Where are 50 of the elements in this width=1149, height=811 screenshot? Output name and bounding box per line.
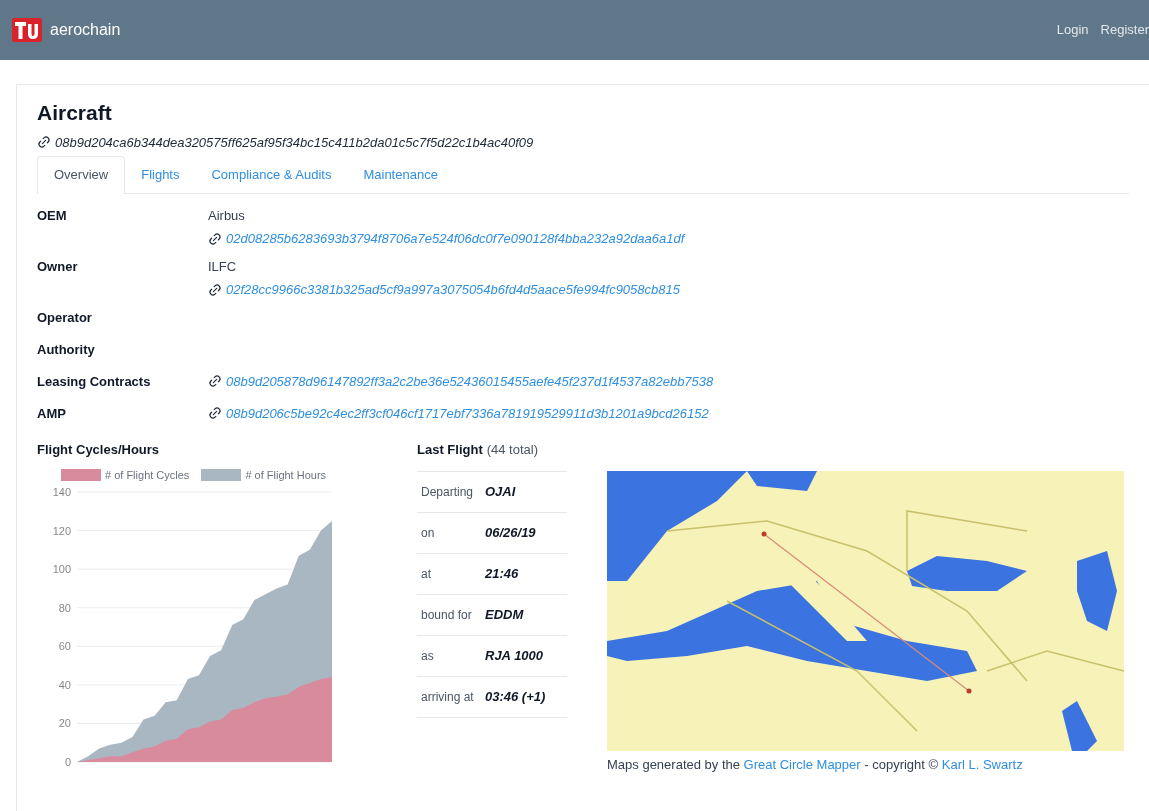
flight-count: (44 total) bbox=[486, 440, 539, 459]
flight-label: on bbox=[421, 525, 436, 542]
hash-link[interactable]: 08b9d206c5be92c4ec2ff3cf046cf1717ebf7336a781919529911d3b1201a9bcd26152 bbox=[226, 403, 709, 423]
flight-label: as bbox=[421, 648, 435, 665]
tab[interactable]: Flights bbox=[125, 157, 196, 193]
legend-label: # of Flight Hours bbox=[245, 468, 327, 483]
flight-value: 03:46 (+1) bbox=[485, 688, 547, 706]
map-credit: Maps generated by the Great Circle Mapper - copyright © Karl L. Swartz bbox=[607, 756, 1024, 774]
aircraft-hash: 08b9d204ca6b344dea320575ff625af95f34bc15c411b2da01c5c7f5d22c1b4ac40f09 bbox=[55, 133, 534, 152]
tab[interactable]: Compliance & Audits bbox=[195, 157, 348, 193]
section-title: Last Flight bbox=[417, 440, 483, 459]
y-tick-label: 100 bbox=[52, 562, 71, 575]
field-label: Leasing Contracts bbox=[37, 372, 152, 391]
field-label: AMP bbox=[37, 404, 67, 423]
flight-label: arriving at bbox=[421, 689, 475, 706]
legend-label: # of Flight Cycles bbox=[105, 468, 190, 483]
hash-link[interactable]: 02f28cc9966c3381b325ad5cf9a997a3075054b6fd4d5aace5fe994fc9058cb815 bbox=[226, 280, 680, 300]
tab[interactable]: Overview bbox=[37, 156, 126, 194]
flight-label: bound for bbox=[421, 607, 473, 624]
nav-link[interactable]: Register bbox=[1100, 20, 1149, 40]
nav-link[interactable]: Login bbox=[1056, 20, 1089, 40]
hash-link[interactable]: 02d08285b6283693b3794f8706a7e524f06dc0f7e090128f4bba232a92daa6a1df bbox=[226, 229, 685, 249]
flight-value: EDDM bbox=[485, 606, 525, 624]
y-tick-label: 80 bbox=[58, 601, 71, 614]
flight-label: at bbox=[421, 566, 432, 583]
credit-link[interactable]: Karl L. Swartz bbox=[941, 757, 1023, 772]
y-tick-label: 40 bbox=[58, 678, 71, 691]
y-tick-label: 60 bbox=[58, 639, 71, 652]
y-tick-label: 0 bbox=[64, 755, 71, 768]
chart-title: Flight Cycles/Hours bbox=[37, 440, 161, 459]
y-tick-label: 140 bbox=[52, 485, 71, 498]
field-value: ILFC bbox=[208, 257, 238, 276]
flight-value: 06/26/19 bbox=[485, 524, 537, 542]
y-tick-label: 120 bbox=[52, 524, 71, 537]
field-label: Authority bbox=[37, 340, 96, 359]
y-tick-label: 20 bbox=[58, 716, 71, 729]
tab[interactable]: Maintenance bbox=[347, 157, 454, 193]
flight-label: Departing bbox=[421, 484, 475, 501]
page-title: Aircraft bbox=[37, 100, 113, 126]
brand-name[interactable]: aerochain bbox=[50, 18, 121, 42]
credit-link[interactable]: Great Circle Mapper bbox=[743, 757, 861, 772]
field-label: Owner bbox=[37, 257, 79, 276]
flight-value: OJAI bbox=[485, 483, 517, 501]
logo-icon bbox=[12, 18, 42, 42]
field-value: Airbus bbox=[208, 206, 246, 225]
flight-value: RJA 1000 bbox=[485, 647, 545, 665]
field-label: OEM bbox=[37, 206, 68, 225]
field-label: Operator bbox=[37, 308, 93, 327]
flight-value: 21:46 bbox=[485, 565, 520, 583]
hash-link[interactable]: 08b9d205878d96147892ff3a2c2be36e52436015455aefe45f237d1f4537a82ebb7538 bbox=[226, 371, 714, 391]
